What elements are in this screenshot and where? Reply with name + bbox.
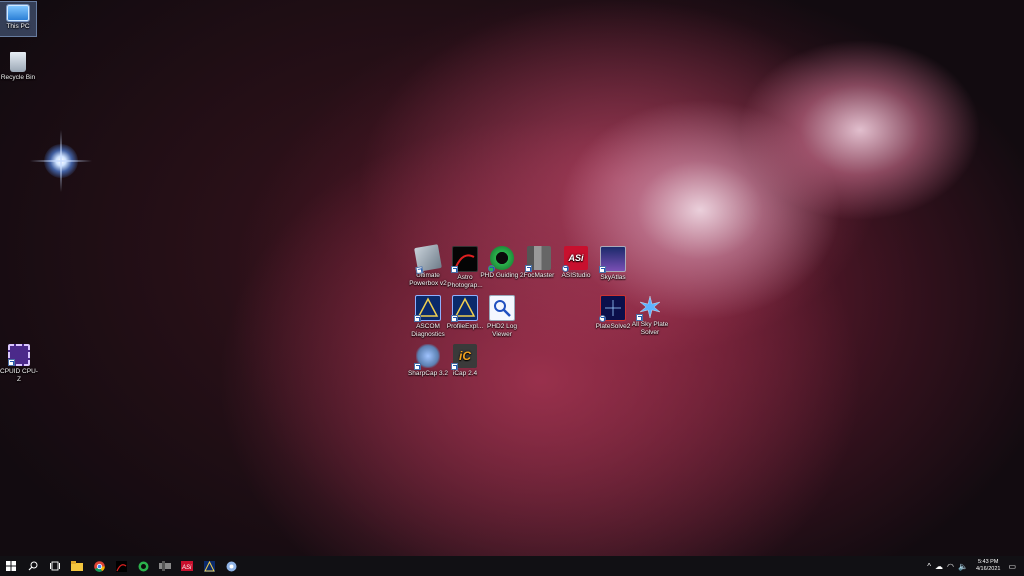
file-explorer-icon[interactable] xyxy=(66,556,88,576)
all-sky-plate-solver-icon xyxy=(636,295,662,321)
desktop-icon-label: iCap 2.4 xyxy=(452,370,478,377)
task-view-icon[interactable] xyxy=(44,556,66,576)
phd2-log-viewer-icon xyxy=(489,295,515,321)
focmaster-icon xyxy=(525,246,551,272)
taskbar: ASi ^ ☁ ◠ 🔈 5:43 PM 4/16/2021 ▭ xyxy=(0,556,1024,576)
desktop-icon-recycle-bin[interactable]: Recycle Bin xyxy=(0,52,36,82)
desktop-icon-label: This PC xyxy=(6,23,30,30)
desktop-icon-label: All Sky Plate Solver xyxy=(631,321,669,336)
sharpcap-icon[interactable] xyxy=(220,556,242,576)
desktop-icon-label: CPUID CPU-Z xyxy=(0,368,38,383)
system-tray: ^ ☁ ◠ 🔈 5:43 PM 4/16/2021 ▭ xyxy=(925,556,1024,576)
desktop-icon-phd2-log-viewer[interactable]: PHD2 Log Viewer xyxy=(477,295,527,339)
astro-photography-tool-icon xyxy=(451,246,478,273)
asistudio-icon[interactable]: ASi xyxy=(176,556,198,576)
phd-guiding-icon[interactable] xyxy=(132,556,154,576)
desktop-icon-skyatlas[interactable]: SkyAtlas xyxy=(588,246,638,282)
desktop-icon-label: Recycle Bin xyxy=(0,74,36,81)
profile-explorer-icon xyxy=(451,295,478,322)
bright-star xyxy=(30,144,92,178)
astro-photography-tool-icon[interactable] xyxy=(110,556,132,576)
chrome-icon[interactable] xyxy=(88,556,110,576)
platesolve2-icon xyxy=(599,295,626,322)
cpu-z-icon xyxy=(8,344,30,366)
clock[interactable]: 5:43 PM 4/16/2021 xyxy=(976,559,1000,573)
asistudio-icon: ASi xyxy=(562,246,588,272)
desktop-icon-this-pc[interactable]: This PC xyxy=(0,1,37,37)
desktop-icon-icap[interactable]: iC iCap 2.4 xyxy=(440,344,490,378)
powerbox-icon xyxy=(414,244,442,275)
clock-time: 5:43 PM xyxy=(977,559,999,565)
desktop-icon-label: PHD2 Log Viewer xyxy=(487,323,517,338)
computer-icon xyxy=(6,4,30,22)
phd-guiding-icon xyxy=(488,246,514,272)
desktop-icon-cpu-z[interactable]: CPUID CPU-Z xyxy=(0,344,38,384)
chevron-up-icon[interactable]: ^ xyxy=(927,562,931,571)
wifi-icon[interactable]: ◠ xyxy=(947,562,954,571)
profile-explorer-icon[interactable] xyxy=(198,556,220,576)
focmaster-icon[interactable] xyxy=(154,556,176,576)
ascom-diagnostics-icon xyxy=(414,295,441,322)
icap-icon: iC xyxy=(451,344,477,370)
recycle-bin-icon xyxy=(10,52,26,72)
volume-icon[interactable]: 🔈 xyxy=(958,562,968,571)
desktop-icon-label: SkyAtlas xyxy=(600,274,626,281)
desktop-icon-all-sky-plate-solver[interactable]: All Sky Plate Solver xyxy=(625,295,675,337)
skyatlas-icon xyxy=(599,246,626,273)
onedrive-cloud-icon[interactable]: ☁ xyxy=(935,562,943,571)
sharpcap-icon xyxy=(414,344,440,370)
search-icon[interactable] xyxy=(22,556,44,576)
windows-start-icon[interactable] xyxy=(0,556,22,576)
svg-text:ASi: ASi xyxy=(181,565,192,571)
notification-icon[interactable]: ▭ xyxy=(1008,562,1016,571)
clock-date: 4/16/2021 xyxy=(975,566,1001,572)
